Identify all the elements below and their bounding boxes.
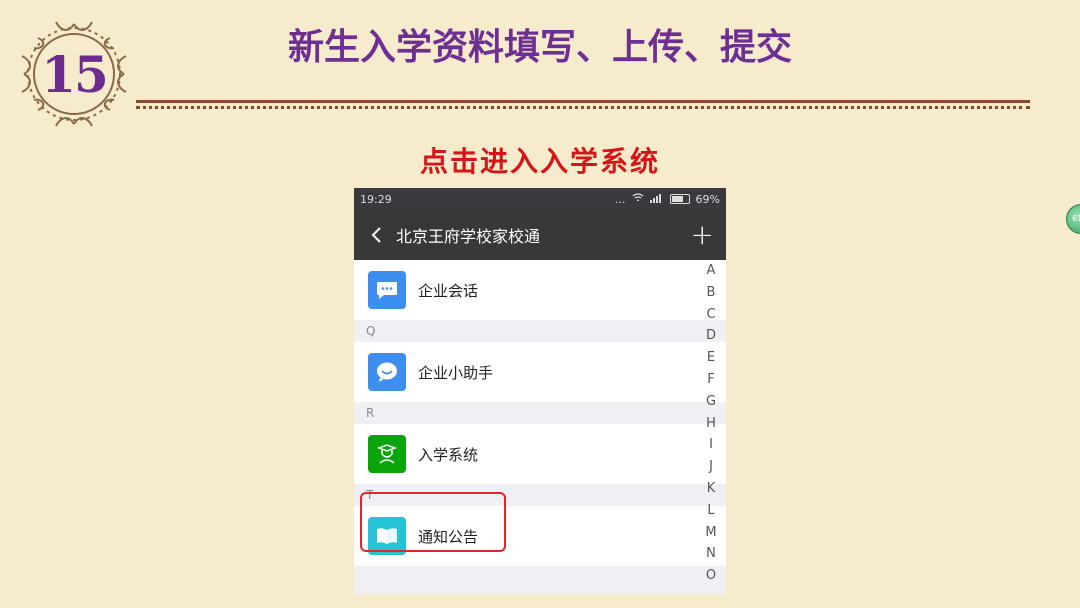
- status-bar: 19:29 ... 69%: [354, 188, 726, 210]
- list-item-enterprise-assistant[interactable]: 企业小助手: [354, 342, 726, 402]
- index-letter[interactable]: G: [706, 391, 716, 413]
- index-letter[interactable]: M: [705, 522, 716, 544]
- highlight-box: [360, 492, 506, 552]
- chevron-left-icon[interactable]: [366, 224, 388, 246]
- nav-title: 北京王府学校家校通: [396, 227, 541, 246]
- list-item-label: 企业小助手: [418, 363, 494, 382]
- index-letter[interactable]: H: [706, 413, 716, 435]
- index-letter[interactable]: B: [707, 282, 716, 304]
- section-header: R: [366, 406, 375, 420]
- wifi-icon: [632, 192, 644, 206]
- signal-icon: [649, 193, 664, 206]
- list-item-label: 企业会话: [418, 281, 479, 300]
- battery-percent: 69%: [695, 192, 720, 206]
- chat-bubble-icon: [368, 271, 406, 309]
- section-header: Q: [366, 324, 376, 338]
- slide-title: 新生入学资料填写、上传、提交: [287, 26, 792, 68]
- index-letter[interactable]: E: [707, 347, 715, 369]
- status-time: 19:29: [360, 192, 392, 206]
- index-letter[interactable]: I: [709, 434, 713, 456]
- nav-bar: 北京王府学校家校通 +: [354, 210, 726, 260]
- index-letter[interactable]: A: [707, 260, 716, 282]
- slide-number: 15: [41, 44, 109, 104]
- smile-bubble-icon: [368, 353, 406, 391]
- list-item-enrollment-system[interactable]: 入学系统: [354, 424, 726, 484]
- index-letter[interactable]: K: [707, 478, 716, 500]
- title-underline: [136, 100, 1030, 103]
- index-letter[interactable]: O: [706, 565, 716, 587]
- index-letter[interactable]: D: [706, 325, 716, 347]
- list-item-enterprise-chat[interactable]: 企业会话: [354, 260, 726, 320]
- contact-list: 企业会话 Q 企业小助手 R 入学系统 T 通知公告: [354, 260, 726, 566]
- alphabet-index[interactable]: A B C D E F G H I J K L M N O: [704, 260, 718, 587]
- status-dots: ...: [615, 192, 626, 206]
- index-letter[interactable]: C: [706, 304, 715, 326]
- phone-screenshot: 19:29 ... 69% 北京王府学校家校通 + 企业会话 Q 企业小助手 R…: [354, 188, 726, 594]
- graduate-icon: [368, 435, 406, 473]
- battery-icon: [669, 194, 690, 204]
- slide-subtitle: 点击进入入学系统: [419, 145, 660, 178]
- status-icons: ... 69%: [615, 193, 720, 206]
- index-letter[interactable]: F: [707, 369, 714, 391]
- side-badge-text: 61: [1072, 214, 1080, 223]
- index-letter[interactable]: J: [709, 456, 713, 478]
- title-dotted-underline: [136, 106, 1030, 109]
- list-item-label: 入学系统: [418, 445, 479, 464]
- side-badge-icon[interactable]: 61: [1066, 204, 1080, 234]
- plus-icon[interactable]: +: [691, 221, 714, 249]
- index-letter[interactable]: L: [707, 500, 714, 522]
- index-letter[interactable]: N: [706, 543, 716, 565]
- slide-number-badge: 15: [18, 18, 130, 130]
